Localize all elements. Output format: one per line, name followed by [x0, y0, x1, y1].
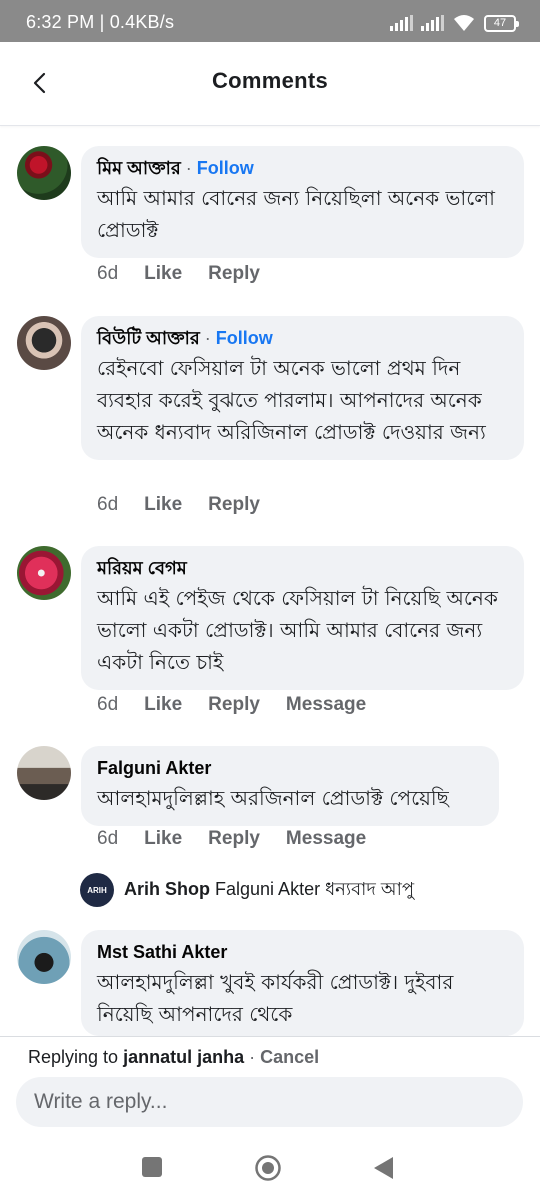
comment-text: রেইনবো ফেসিয়াল টা অনেক ভালো প্রথম দিন ব…	[97, 356, 486, 444]
reply-button[interactable]: Reply	[208, 828, 260, 850]
like-button[interactable]: Like	[144, 494, 182, 516]
comment-bubble: বিউটি আক্তার · Follow রেইনবো ফেসিয়াল টা…	[81, 316, 524, 460]
comment-bubble: মিম আক্তার · Follow আমি আমার বোনের জন্য …	[81, 146, 524, 258]
comment-bubble: Falguni Akter আলহামদুলিল্লাহ অরজিনাল প্র…	[81, 746, 499, 826]
message-button[interactable]: Message	[286, 828, 366, 850]
follow-button[interactable]: Follow	[216, 328, 273, 348]
avatar[interactable]	[17, 146, 71, 200]
comment-time: 6d	[97, 694, 119, 715]
page-name[interactable]: Arih Shop	[124, 879, 210, 899]
avatar[interactable]	[17, 316, 71, 370]
avatar[interactable]	[17, 930, 71, 984]
comment-text: আমি আমার বোনের জন্য নিয়েছিলা অনেক ভালো …	[97, 186, 495, 242]
reply-text: Falguni Akter ধন্যবাদ আপু	[215, 878, 415, 899]
wifi-icon	[454, 15, 474, 31]
like-button[interactable]: Like	[144, 694, 182, 716]
square-icon[interactable]	[141, 1156, 163, 1182]
page-avatar: ARIH	[80, 873, 114, 907]
comment-time: 6d	[97, 494, 119, 515]
comment-text: আমি এই পেইজ থেকে ফেসিয়াল টা নিয়েছি অনে…	[97, 586, 498, 674]
comment-bubble: Mst Sathi Akter আলহামদুলিল্লা খুবই কার্য…	[81, 930, 524, 1036]
like-button[interactable]: Like	[144, 828, 182, 850]
comment-text: আলহামদুলিল্লা খুবই কার্যকরী প্রোডাক্ট। দ…	[97, 970, 454, 1026]
comment-actions: 6d Like Reply	[97, 263, 286, 285]
circle-icon[interactable]	[254, 1154, 282, 1186]
avatar[interactable]	[17, 546, 71, 600]
signal-icon	[390, 15, 413, 31]
commenter-name[interactable]: মিম আক্তার	[97, 158, 181, 178]
reply-button[interactable]: Reply	[208, 263, 260, 285]
reply-composer: Replying to jannatul janha · Cancel	[0, 1036, 540, 1136]
replying-name: jannatul janha	[123, 1047, 245, 1067]
comment-text: আলহামদুলিল্লাহ অরজিনাল প্রোডাক্ট পেয়েছি	[97, 786, 449, 810]
message-button[interactable]: Message	[286, 694, 366, 716]
page-reply-preview[interactable]: ARIH Arih Shop Falguni Akter ধন্যবাদ আপু	[80, 872, 414, 908]
system-nav-bar	[0, 1136, 540, 1200]
comment-time: 6d	[97, 263, 119, 284]
reply-button[interactable]: Reply	[208, 694, 260, 716]
avatar[interactable]	[17, 746, 71, 800]
comment-time: 6d	[97, 828, 119, 849]
comments-header: Comments	[0, 42, 540, 126]
comment-actions: 6d Like Reply Message	[97, 694, 392, 716]
status-time-speed: 6:32 PM | 0.4KB/s	[26, 12, 175, 32]
signal-icon	[421, 15, 444, 31]
commenter-name[interactable]: বিউটি আক্তার	[97, 328, 200, 348]
reply-button[interactable]: Reply	[208, 494, 260, 516]
like-button[interactable]: Like	[144, 263, 182, 285]
page-title: Comments	[211, 68, 329, 93]
replying-to: Replying to jannatul janha · Cancel	[28, 1047, 320, 1067]
comment-actions: 6d Like Reply Message	[97, 828, 392, 850]
commenter-name[interactable]: মরিয়ম বেগম	[97, 558, 187, 578]
comment-actions: 6d Like Reply	[97, 494, 286, 516]
status-bar: 6:32 PM | 0.4KB/s 47	[0, 0, 540, 42]
battery-icon: 47	[484, 14, 519, 32]
commenter-name[interactable]: Mst Sathi Akter	[97, 942, 227, 962]
commenter-name[interactable]: Falguni Akter	[97, 758, 211, 778]
triangle-back-icon[interactable]	[372, 1156, 394, 1184]
comment-bubble: মরিয়ম বেগম আমি এই পেইজ থেকে ফেসিয়াল টা…	[81, 546, 524, 690]
follow-button[interactable]: Follow	[197, 158, 254, 178]
reply-input[interactable]	[16, 1077, 523, 1127]
cancel-button[interactable]: Cancel	[260, 1047, 319, 1067]
